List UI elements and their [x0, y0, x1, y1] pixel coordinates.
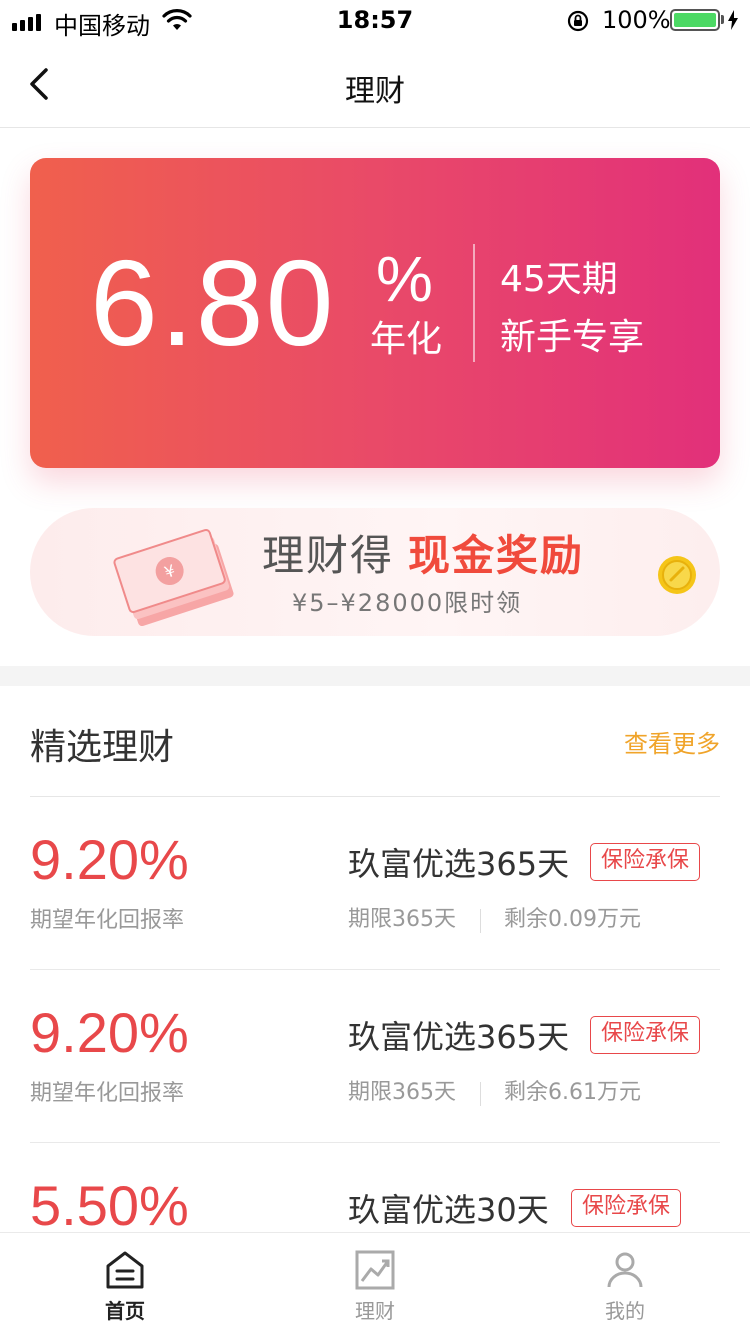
- product-row[interactable]: 9.20% 期望年化回报率 玖富优选365天 保险承保 期限365天 剩余0.0…: [30, 797, 720, 970]
- battery-icon: [670, 9, 720, 31]
- tab-bar: 首页 理财 我的: [0, 1232, 750, 1334]
- product-name: 玖富优选365天: [348, 1018, 570, 1056]
- hero-tag: 新手专享: [500, 317, 645, 358]
- status-bar: 中国移动 18:57 100%: [0, 0, 750, 40]
- product-rate-label: 期望年化回报率: [30, 908, 185, 933]
- tab-home-label: 首页: [105, 1299, 145, 1323]
- chart-icon: [355, 1250, 395, 1290]
- rotation-lock-icon: [567, 10, 589, 32]
- tab-mine[interactable]: 我的: [500, 1233, 750, 1334]
- charging-icon: [728, 10, 738, 30]
- hero-divider: [473, 244, 475, 362]
- hero-term: 45天期: [500, 259, 618, 300]
- insurance-badge: 保险承保: [571, 1189, 682, 1227]
- product-name: 玖富优选30天: [348, 1191, 549, 1229]
- hero-annual-label: 年化: [370, 319, 443, 360]
- hero-rate: 6.80: [90, 235, 336, 371]
- nav-bar: 理财: [0, 40, 750, 128]
- product-rate-label: 期望年化回报率: [30, 1081, 185, 1106]
- promo-title: 理财得: [262, 531, 395, 580]
- insurance-badge: 保险承保: [590, 843, 701, 881]
- section-title: 精选理财: [30, 727, 175, 768]
- tab-home[interactable]: 首页: [0, 1233, 250, 1334]
- cash-reward-banner[interactable]: ¥ 理财得 现金奖励 ¥5–¥28000限时领: [30, 508, 720, 636]
- product-rate: 9.20%: [30, 1001, 189, 1064]
- insurance-badge: 保险承保: [590, 1016, 701, 1054]
- product-remaining: 剩余0.09万元: [504, 907, 641, 932]
- view-more-link[interactable]: 查看更多: [624, 728, 720, 760]
- cash-stack-icon: ¥: [113, 528, 234, 627]
- promo-title-highlight: 现金奖励: [408, 531, 585, 580]
- product-name: 玖富优选365天: [348, 845, 570, 883]
- product-row[interactable]: 9.20% 期望年化回报率 玖富优选365天 保险承保 期限365天 剩余6.6…: [30, 970, 720, 1143]
- product-term: 期限365天: [348, 907, 456, 932]
- battery-percent: 100%: [602, 6, 671, 34]
- tab-mine-label: 我的: [605, 1299, 645, 1323]
- tab-finance-label: 理财: [355, 1299, 395, 1323]
- section-gap: [0, 666, 750, 686]
- product-remaining: 剩余6.61万元: [504, 1080, 641, 1105]
- coin-icon: [658, 556, 696, 594]
- product-rate: 5.50%: [30, 1174, 189, 1237]
- product-term: 期限365天: [348, 1080, 456, 1105]
- home-icon: [106, 1251, 144, 1289]
- product-rate: 9.20%: [30, 828, 189, 891]
- promo-subtitle: ¥5–¥28000限时领: [292, 589, 523, 617]
- page-title: 理财: [345, 74, 405, 109]
- tab-finance[interactable]: 理财: [250, 1233, 500, 1334]
- hero-percent-sign: %: [376, 243, 433, 315]
- user-icon: [607, 1252, 643, 1288]
- featured-product-card[interactable]: 6.80 % 年化 45天期 新手专享: [30, 158, 720, 468]
